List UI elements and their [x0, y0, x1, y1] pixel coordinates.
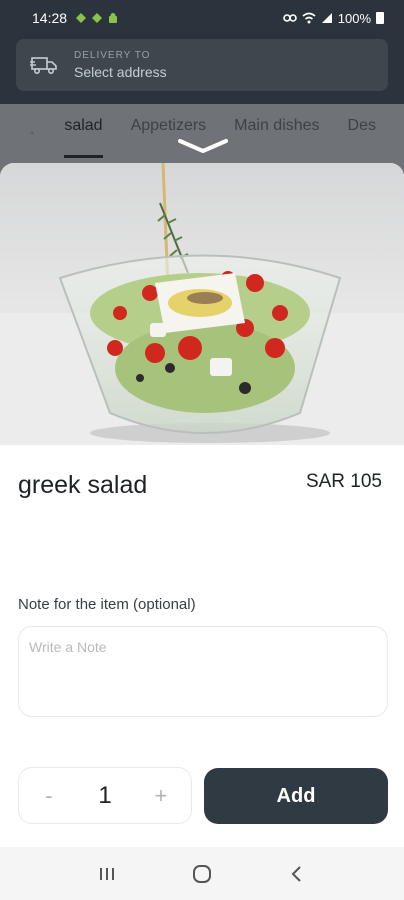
delivery-text: DELIVERY TO Select address	[74, 50, 167, 80]
dish-image	[0, 163, 404, 445]
recent-apps-button[interactable]	[92, 859, 122, 889]
signal-icon	[321, 13, 332, 23]
quantity-value: 1	[98, 781, 112, 809]
item-price: SAR 105	[305, 471, 382, 492]
recent-apps-icon	[100, 867, 115, 880]
note-label: Note for the item (optional)	[18, 596, 196, 613]
tab-desserts[interactable]: Des	[348, 104, 376, 162]
search-icon[interactable]	[30, 121, 34, 145]
item-name: greek salad	[18, 471, 148, 499]
system-nav-bar	[0, 847, 404, 900]
status-right: 100%	[282, 10, 384, 26]
add-to-cart-button[interactable]: Add	[204, 768, 388, 824]
item-detail-sheet: greek salad SAR 105 Note for the item (o…	[0, 163, 404, 847]
home-icon	[192, 864, 211, 883]
android-icon	[91, 12, 103, 24]
notification-icons	[75, 12, 119, 24]
tab-main-dishes[interactable]: Main dishes	[234, 104, 319, 162]
decrement-button[interactable]: -	[39, 783, 59, 809]
delivery-address-selector[interactable]: DELIVERY TO Select address	[16, 39, 388, 91]
battery-percent: 100%	[337, 10, 371, 26]
delivery-value: Select address	[74, 64, 167, 80]
back-icon	[291, 865, 301, 882]
android-icon	[107, 12, 119, 24]
home-button[interactable]	[187, 859, 217, 889]
status-time: 14:28	[32, 10, 68, 26]
quantity-stepper: - 1 +	[18, 767, 192, 824]
delivery-label: DELIVERY TO	[74, 50, 151, 61]
back-button[interactable]	[282, 859, 312, 889]
android-icon	[75, 12, 87, 24]
header: DELIVERY TO Select address	[0, 36, 404, 104]
battery-icon	[376, 12, 384, 24]
delivery-truck-icon	[30, 57, 57, 75]
note-input[interactable]	[18, 626, 388, 717]
increment-button[interactable]: +	[151, 783, 171, 809]
status-bar: 14:28 100%	[0, 0, 404, 36]
wifi-icon	[302, 12, 316, 24]
link-icon	[282, 14, 297, 22]
tab-salad[interactable]: salad	[64, 104, 103, 162]
sheet-collapse-chevron-icon[interactable]	[176, 138, 230, 154]
